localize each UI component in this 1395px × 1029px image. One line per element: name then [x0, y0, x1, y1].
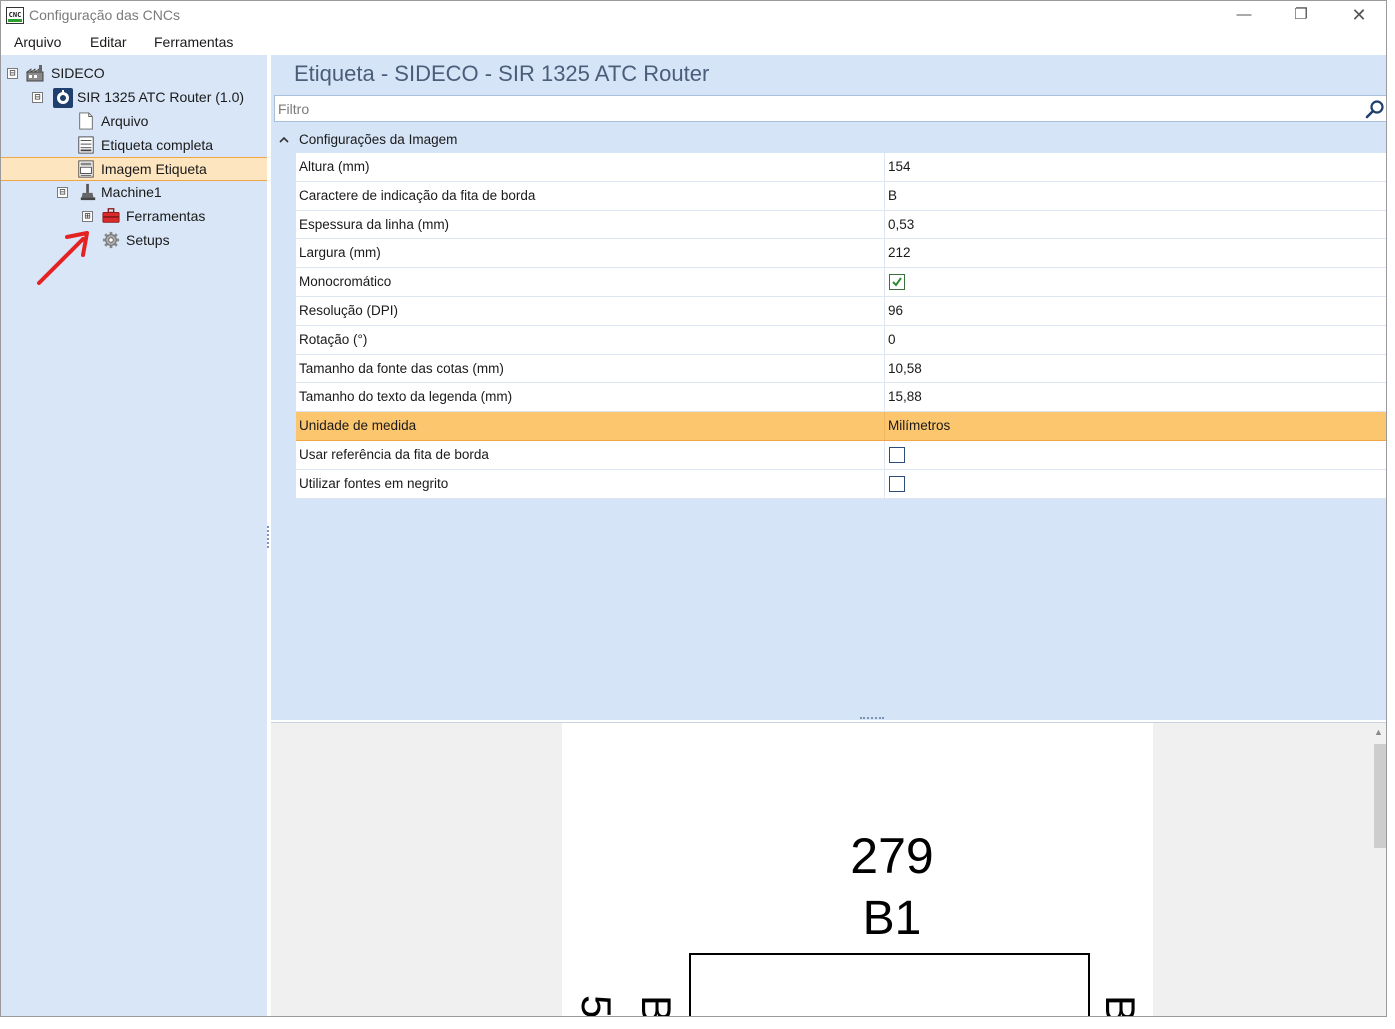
- property-value[interactable]: 96: [888, 303, 903, 318]
- properties-panel: Etiqueta - SIDECO - SIR 1325 ATC Router …: [271, 55, 1386, 720]
- horizontal-splitter[interactable]: [860, 717, 884, 720]
- app-icon: CNC: [6, 7, 24, 24]
- property-row-largura[interactable]: Largura (mm) 212: [296, 239, 1386, 269]
- menu-bar: Arquivo Editar Ferramentas: [1, 31, 1386, 55]
- collapse-icon[interactable]: ⊟: [32, 92, 43, 103]
- property-row-resolucao[interactable]: Resolução (DPI) 96: [296, 296, 1386, 326]
- filter-input[interactable]: [278, 99, 1358, 118]
- minimize-button[interactable]: —: [1215, 1, 1273, 31]
- property-row-monocromatico[interactable]: Monocromático: [296, 268, 1386, 297]
- machine-icon: [80, 183, 96, 201]
- label-preview-area: 279 B1 5 B B ▲: [271, 722, 1386, 1017]
- property-name: Monocromático: [299, 274, 392, 290]
- annotation-arrow-icon: [37, 231, 89, 285]
- property-name: Largura (mm): [299, 245, 381, 261]
- filter-box: [274, 95, 1386, 122]
- property-row-fonte-cotas[interactable]: Tamanho da fonte das cotas (mm) 10,58: [296, 354, 1386, 384]
- label-image-icon: [78, 160, 94, 178]
- property-row-caractere[interactable]: Caractere de indicação da fita de borda …: [296, 181, 1386, 211]
- menu-ferramentas[interactable]: Ferramentas: [154, 34, 233, 50]
- property-value[interactable]: B: [888, 188, 897, 203]
- property-row-texto-legenda[interactable]: Tamanho do texto da legenda (mm) 15,88: [296, 383, 1386, 413]
- referencia-fita-checkbox[interactable]: [889, 446, 905, 463]
- factory-icon: [26, 65, 44, 82]
- tree-label-imagem-etiqueta: Imagem Etiqueta: [101, 161, 207, 177]
- monocromatico-checkbox[interactable]: [889, 274, 905, 291]
- tree-label-machine1: Machine1: [101, 184, 162, 200]
- property-value[interactable]: 154: [888, 159, 911, 174]
- tree-label-etiqueta-completa: Etiqueta completa: [101, 137, 214, 153]
- property-row-unidade[interactable]: Unidade de medida Milímetros: [296, 412, 1386, 441]
- property-grid: Altura (mm) 154 Caractere de indicação d…: [296, 153, 1386, 499]
- main-window: CNC Configuração das CNCs — ❐ ✕ Arquivo …: [0, 0, 1387, 1017]
- negrito-checkbox[interactable]: [889, 475, 905, 492]
- tree-item-imagem-etiqueta[interactable]: Imagem Etiqueta: [1, 157, 267, 181]
- collapse-icon[interactable]: ⊟: [7, 68, 18, 79]
- property-name: Espessura da linha (mm): [299, 216, 450, 232]
- menu-editar[interactable]: Editar: [90, 34, 127, 50]
- collapse-icon[interactable]: ⊟: [57, 187, 68, 198]
- tree-label-sideco: SIDECO: [51, 65, 105, 81]
- property-row-altura[interactable]: Altura (mm) 154: [296, 153, 1386, 182]
- tree-panel: ⊟ SIDECO ⊟ SIR 1325 ATC Router (1.0) Arq…: [1, 55, 267, 1016]
- tree-item-etiqueta-completa[interactable]: Etiqueta completa: [1, 134, 267, 158]
- document-icon: [79, 112, 93, 130]
- toolbox-icon: [102, 208, 120, 223]
- tree-item-ferramentas[interactable]: ⊞ Ferramentas: [1, 205, 267, 229]
- property-row-negrito[interactable]: Utilizar fontes em negrito: [296, 469, 1386, 499]
- category-header[interactable]: Configurações da Imagem: [271, 128, 1386, 152]
- property-name: Altura (mm): [299, 159, 370, 174]
- title-bar: CNC Configuração das CNCs — ❐ ✕: [1, 1, 1386, 31]
- property-row-espessura[interactable]: Espessura da linha (mm) 0,53: [296, 210, 1386, 240]
- property-row-rotacao[interactable]: Rotação (°) 0: [296, 325, 1386, 355]
- property-value[interactable]: 15,88: [888, 389, 922, 404]
- tree-label-setups: Setups: [126, 232, 170, 248]
- page-title: Etiqueta - SIDECO - SIR 1325 ATC Router: [294, 61, 710, 86]
- tree-item-sir-router[interactable]: ⊟ SIR 1325 ATC Router (1.0): [1, 86, 267, 110]
- checkmark-icon: [892, 277, 902, 287]
- preview-side-left-dim: 5: [573, 995, 620, 1017]
- preview-scrollbar[interactable]: ▲: [1371, 723, 1386, 1016]
- property-value[interactable]: 0: [888, 332, 896, 347]
- property-row-referencia-fita[interactable]: Usar referência da fita de borda: [296, 440, 1386, 470]
- window-title: Configuração das CNCs: [29, 7, 180, 23]
- property-value[interactable]: Milímetros: [888, 418, 950, 433]
- tree-item-machine1[interactable]: ⊟ Machine1: [1, 181, 267, 205]
- tree-label-arquivo: Arquivo: [101, 113, 149, 129]
- property-name: Rotação (°): [299, 331, 368, 347]
- search-icon[interactable]: [1365, 99, 1385, 119]
- maximize-button[interactable]: ❐: [1272, 1, 1330, 31]
- property-name: Resolução (DPI): [299, 302, 399, 318]
- preview-dimension-top: 279: [850, 828, 934, 884]
- expand-icon[interactable]: ⊞: [82, 211, 93, 222]
- preview-side-left-edge: B: [633, 995, 680, 1017]
- cnc-icon: [53, 88, 73, 108]
- scroll-thumb[interactable]: [1374, 744, 1386, 848]
- preview-part-rect: [689, 953, 1090, 1016]
- property-name: Caractere de indicação da fita de borda: [299, 187, 536, 203]
- property-value[interactable]: 0,53: [888, 217, 914, 232]
- label-icon: [78, 136, 94, 154]
- chevron-up-icon[interactable]: [279, 133, 289, 147]
- property-name: Utilizar fontes em negrito: [299, 475, 449, 491]
- close-button[interactable]: ✕: [1330, 1, 1386, 31]
- tree-label-sir-router: SIR 1325 ATC Router (1.0): [77, 89, 245, 105]
- property-value[interactable]: 10,58: [888, 361, 922, 376]
- menu-arquivo[interactable]: Arquivo: [14, 34, 61, 50]
- property-value[interactable]: 212: [888, 245, 911, 260]
- tree-item-sideco[interactable]: ⊟ SIDECO: [1, 62, 267, 86]
- property-name: Usar referência da fita de borda: [299, 446, 489, 462]
- gear-icon: [102, 231, 120, 249]
- tree-label-ferramentas: Ferramentas: [126, 208, 206, 224]
- label-preview: 279 B1 5 B B: [562, 723, 1153, 1017]
- preview-edge-top: B1: [862, 892, 922, 945]
- property-name: Tamanho do texto da legenda (mm): [299, 389, 513, 405]
- property-name: Unidade de medida: [299, 418, 417, 434]
- tree-item-arquivo[interactable]: Arquivo: [1, 110, 267, 134]
- preview-side-right-edge: B: [1097, 995, 1144, 1017]
- property-name: Tamanho da fonte das cotas (mm): [299, 360, 504, 376]
- scroll-up-icon[interactable]: ▲: [1374, 727, 1383, 737]
- category-label: Configurações da Imagem: [299, 132, 458, 147]
